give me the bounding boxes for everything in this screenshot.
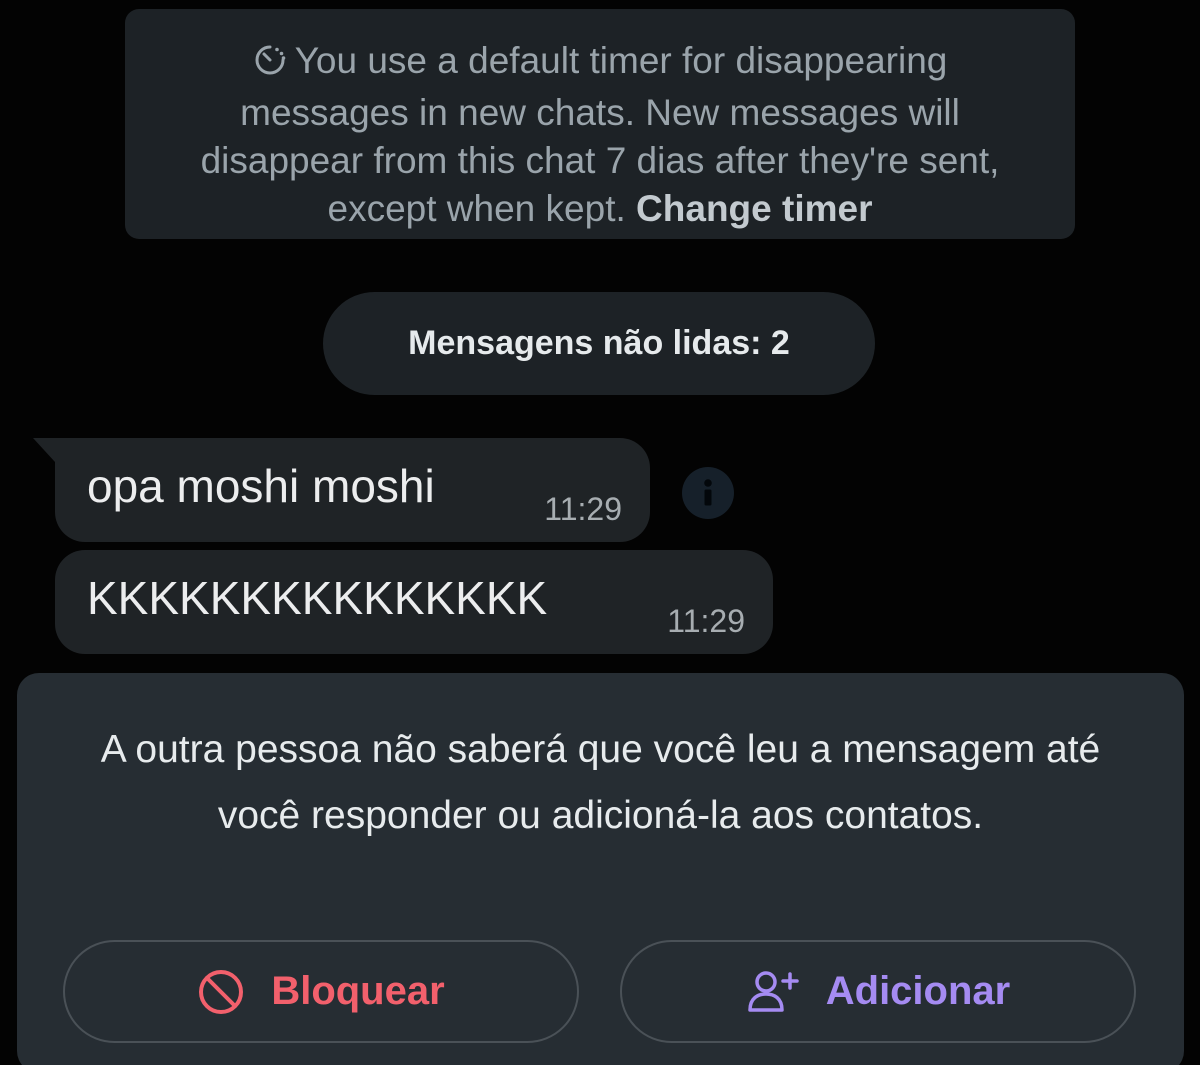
message-text: KKKKKKKKKKKKKKK	[87, 572, 548, 624]
timer-icon	[253, 41, 287, 89]
add-contact-button[interactable]: Adicionar	[620, 940, 1136, 1043]
block-label: Bloquear	[271, 969, 445, 1013]
unread-messages-banner: Mensagens não lidas: 2	[323, 292, 875, 395]
message-text: opa moshi moshi	[87, 460, 435, 512]
block-icon	[199, 969, 244, 1014]
add-label: Adicionar	[825, 969, 1011, 1013]
bubble-tail	[33, 438, 55, 462]
notice-text: You use a default timer for disappearing…	[200, 40, 1000, 229]
message-time: 11:29	[667, 603, 745, 639]
message-bubble[interactable]: KKKKKKKKKKKKKKK 11:29	[55, 550, 773, 654]
chat-screen: You use a default timer for disappearing…	[0, 0, 1200, 1065]
add-contact-icon	[748, 970, 799, 1012]
message-time: 11:29	[544, 491, 622, 527]
unread-label: Mensagens não lidas: 2	[408, 324, 790, 362]
info-icon[interactable]	[682, 467, 734, 519]
disappearing-messages-notice[interactable]: You use a default timer for disappearing…	[125, 9, 1075, 239]
unknown-contact-panel: A outra pessoa não saberá que você leu a…	[17, 673, 1184, 1065]
change-timer-link[interactable]: Change timer	[636, 188, 872, 229]
read-receipt-notice: A outra pessoa não saberá que você leu a…	[100, 728, 1101, 837]
block-button[interactable]: Bloquear	[63, 940, 579, 1043]
message-bubble[interactable]: opa moshi moshi 11:29	[33, 438, 650, 542]
